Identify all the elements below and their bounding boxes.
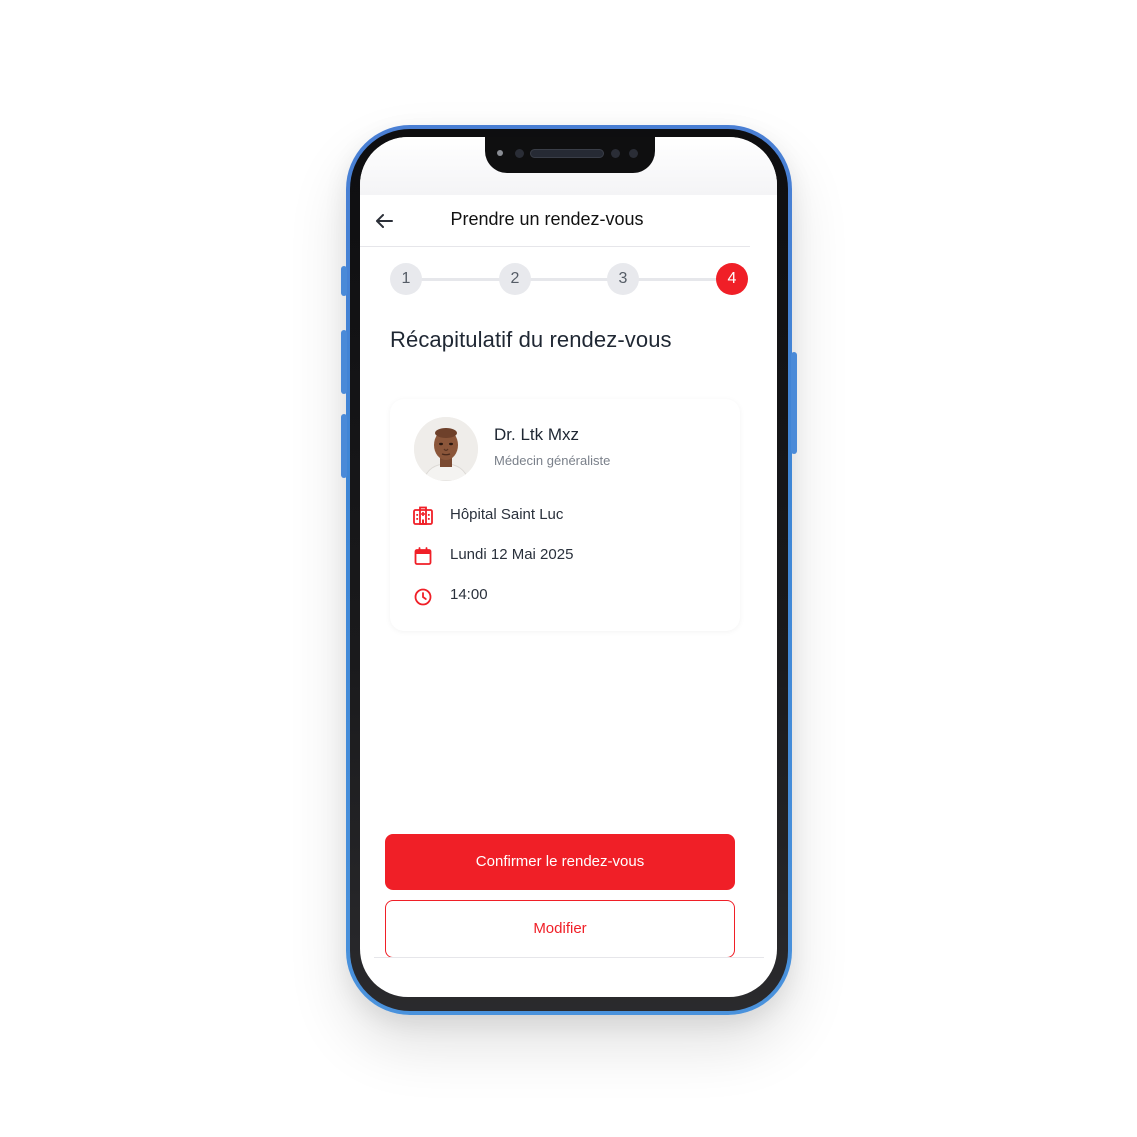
confirm-appointment-button[interactable]: Confirmer le rendez-vous (385, 834, 735, 890)
hospital-name: Hôpital Saint Luc (450, 506, 564, 523)
appointment-date: Lundi 12 Mai 2025 (450, 546, 574, 563)
step-connector-1 (420, 278, 500, 281)
doctor-avatar (414, 417, 478, 481)
phone-side-button-volume-down (341, 414, 347, 478)
phone-side-button-mute (341, 266, 347, 296)
modify-button[interactable]: Modifier (385, 900, 735, 958)
info-row-time: 14:00 (412, 583, 732, 607)
info-row-hospital: Hôpital Saint Luc (412, 503, 732, 527)
progress-stepper: 1 2 3 4 (390, 263, 748, 295)
phone-screen: Prendre un rendez-vous 1 2 3 4 Récapitul… (360, 137, 777, 997)
camera-notch (485, 137, 655, 173)
step-connector-3 (637, 278, 717, 281)
app-header: Prendre un rendez-vous (360, 195, 750, 247)
step-3: 3 (607, 263, 639, 295)
camera-dot-3 (629, 149, 638, 158)
clock-icon (414, 588, 432, 606)
info-row-date: Lundi 12 Mai 2025 (412, 543, 732, 567)
phone-side-button-volume-up (341, 330, 347, 394)
step-1: 1 (390, 263, 422, 295)
sensor-dot (497, 150, 503, 156)
step-2: 2 (499, 263, 531, 295)
doctor-name: Dr. Ltk Mxz (494, 425, 580, 444)
doctor-specialty: Médecin généraliste (494, 453, 611, 468)
header-title: Prendre un rendez-vous (450, 209, 644, 229)
page-title: Récapitulatif du rendez-vous (390, 327, 672, 352)
calendar-icon (414, 547, 432, 565)
step-4-active: 4 (716, 263, 748, 295)
phone-side-button-power (791, 352, 797, 454)
earpiece-speaker (530, 149, 604, 158)
bottom-divider (374, 957, 764, 958)
appointment-time: 14:00 (450, 586, 488, 603)
camera-dot (515, 149, 524, 158)
step-connector-2 (528, 278, 608, 281)
doctor-portrait-icon (414, 417, 478, 481)
hospital-icon (413, 506, 433, 525)
camera-dot-2 (611, 149, 620, 158)
appointment-summary-card: Dr. Ltk Mxz Médecin généraliste Hôpital … (390, 399, 740, 631)
